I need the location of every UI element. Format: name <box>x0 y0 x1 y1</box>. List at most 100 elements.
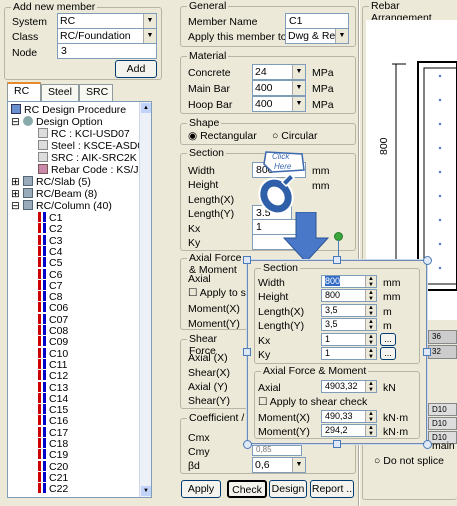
report-button[interactable]: Report .. <box>310 480 354 498</box>
tree-column-item[interactable]: C17 <box>38 426 68 439</box>
tree-column-item[interactable]: C12 <box>38 370 68 382</box>
tree-column-item[interactable]: C19 <box>38 449 68 461</box>
overlay-ky-more-button[interactable]: ... <box>380 347 396 360</box>
resize-handle-s[interactable] <box>333 440 341 448</box>
overlay-ky-input[interactable]: 1 ▲ ▼ <box>321 347 377 360</box>
tree-column-item[interactable]: C2 <box>38 223 62 235</box>
expand-icon[interactable]: ⊟ <box>11 200 20 212</box>
check-button[interactable]: Check <box>227 480 267 498</box>
apply-button[interactable]: Apply <box>181 480 221 498</box>
tree-column-item[interactable]: C6 <box>38 268 62 281</box>
add-button[interactable]: Add <box>115 60 157 78</box>
tree-column-item[interactable]: C07 <box>38 313 68 326</box>
expand-icon[interactable]: ⊞ <box>11 188 20 200</box>
resize-handle-ne[interactable] <box>423 256 432 265</box>
tree-column-item[interactable]: C11 <box>38 358 67 371</box>
cmy-input-bg[interactable]: 0,85 <box>252 445 302 456</box>
tree-design-option[interactable]: Design Option <box>23 116 103 128</box>
design-tree[interactable]: RC Design Procedure ⊟ Design Option RC :… <box>7 101 152 498</box>
tree-column-item[interactable]: C5 <box>38 257 62 269</box>
expand-icon[interactable]: ⊟ <box>11 116 20 128</box>
tree-column-item[interactable]: C7 <box>38 279 62 292</box>
spin-icon[interactable]: ▲ ▼ <box>365 411 376 422</box>
column-icon <box>38 426 46 437</box>
shape-circ-radio[interactable]: ○ Circular <box>272 130 317 142</box>
hoop-bar-select[interactable]: 400 ▼ <box>252 96 306 112</box>
tree-option-steel[interactable]: Steel : KSCE-ASD05 <box>38 140 149 152</box>
tree-option-src[interactable]: SRC : AIK-SRC2K <box>38 152 137 164</box>
overlay-height-input[interactable]: 800 ▲ ▼ <box>321 289 377 302</box>
spin-icon[interactable]: ▲ ▼ <box>365 425 376 436</box>
overlay-apply-shear-checkbox[interactable]: ☐ Apply to shear check <box>258 396 367 408</box>
axial-x-label-bg: Axial (X) <box>188 352 228 364</box>
apply-member-select[interactable]: Dwg & Rep ▼ <box>285 28 349 44</box>
shape-rect-radio[interactable]: ◉ Rectangular <box>188 130 257 142</box>
spin-icon[interactable]: ▲ ▼ <box>365 334 376 345</box>
spin-icon[interactable]: ▲ ▼ <box>365 348 376 359</box>
spin-icon[interactable]: ▲ ▼ <box>365 290 376 301</box>
column-icon <box>38 336 46 347</box>
overlay-lengthy-input[interactable]: 3,5 ▲ ▼ <box>321 318 377 331</box>
tree-column[interactable]: RC/Column (40) <box>23 200 112 212</box>
tree-column-item[interactable]: C10 <box>38 347 68 360</box>
overlay-kx-input[interactable]: 1 ▲ ▼ <box>321 333 377 346</box>
overlay-lengthx-label: Length(X) <box>258 306 305 318</box>
tree-column-item[interactable]: C8 <box>38 291 62 303</box>
node-input[interactable]: 3 <box>57 43 157 59</box>
overlay-mx-input[interactable]: 490,33 ▲ ▼ <box>321 410 377 423</box>
tree-column-item[interactable]: C22 <box>38 483 68 495</box>
expand-icon[interactable]: ⊞ <box>11 176 20 188</box>
spin-icon[interactable]: ▲ ▼ <box>365 381 376 392</box>
tree-root[interactable]: RC Design Procedure <box>11 104 126 116</box>
tree-column-item[interactable]: C09 <box>38 336 68 348</box>
tab-rc[interactable]: RC <box>7 82 41 101</box>
rebar-d-1[interactable]: D10 <box>428 403 457 416</box>
overlay-lengthx-input[interactable]: 3,5 ▲ ▼ <box>321 304 377 317</box>
tree-column-item[interactable]: C13 <box>38 381 68 394</box>
scroll-up-icon[interactable]: ▲ <box>141 103 151 113</box>
tree-column-item[interactable]: C4 <box>38 245 62 258</box>
system-select[interactable]: RC ▼ <box>57 13 157 29</box>
tree-beam[interactable]: RC/Beam (8) <box>23 188 97 200</box>
tree-option-rc[interactable]: RC : KCI-USD07 <box>38 128 130 140</box>
resize-handle-n[interactable] <box>333 256 341 264</box>
resize-handle-w[interactable] <box>243 348 251 356</box>
resize-handle-e[interactable] <box>423 348 431 356</box>
tree-column-item[interactable]: C06 <box>38 302 68 314</box>
tree-column-item[interactable]: C08 <box>38 325 68 337</box>
spin-icon[interactable]: ▲ ▼ <box>365 305 376 316</box>
tree-column-item[interactable]: C3 <box>38 234 62 247</box>
bd-select-bg[interactable]: 0,6 ▼ <box>252 457 306 473</box>
class-select[interactable]: RC/Foundation ▼ <box>57 28 157 44</box>
tree-column-item[interactable]: C21 <box>38 471 68 484</box>
bd-label-bg: βd <box>188 460 200 472</box>
tree-column-item[interactable]: C1 <box>38 212 62 224</box>
tab-steel[interactable]: Steel <box>41 84 79 101</box>
overlay-axial-input[interactable]: 4903,32 ▲ ▼ <box>321 380 377 393</box>
spin-icon[interactable]: ▲ ▼ <box>365 319 376 330</box>
overlay-width-input[interactable]: 800 ▲ ▼ <box>321 275 377 288</box>
spin-icon[interactable]: ▲ ▼ <box>365 276 376 287</box>
overlay-kx-more-button[interactable]: ... <box>380 333 396 346</box>
tree-scrollbar[interactable]: ▲ ▼ <box>139 102 151 497</box>
no-splice-radio[interactable]: ○ Do not splice <box>374 455 444 467</box>
resize-handle-sw[interactable] <box>243 440 252 449</box>
tree-option-rebar[interactable]: Rebar Code : KS/JIS <box>38 164 148 176</box>
main-bar-select[interactable]: 400 ▼ <box>252 80 306 96</box>
tree-column-item[interactable]: C16 <box>38 415 68 427</box>
resize-handle-nw[interactable] <box>243 256 251 264</box>
overlay-my-input[interactable]: 294,2 ▲ ▼ <box>321 424 377 437</box>
tree-column-item[interactable]: C18 <box>38 438 68 450</box>
add-member-title: Add new member <box>11 1 98 13</box>
tab-src[interactable]: SRC <box>79 84 113 101</box>
tree-column-item[interactable]: C20 <box>38 460 68 473</box>
design-button[interactable]: Design <box>269 480 307 498</box>
tree-slab[interactable]: RC/Slab (5) <box>23 176 91 188</box>
concrete-select[interactable]: 24 ▼ <box>252 64 306 80</box>
member-name-input[interactable]: C1 <box>285 13 349 29</box>
scroll-down-icon[interactable]: ▼ <box>141 486 151 496</box>
tree-column-item[interactable]: C14 <box>38 392 68 405</box>
rebar-d-2[interactable]: D10 <box>428 417 457 430</box>
resize-handle-se[interactable] <box>423 440 432 449</box>
tree-column-item[interactable]: C15 <box>38 404 68 416</box>
